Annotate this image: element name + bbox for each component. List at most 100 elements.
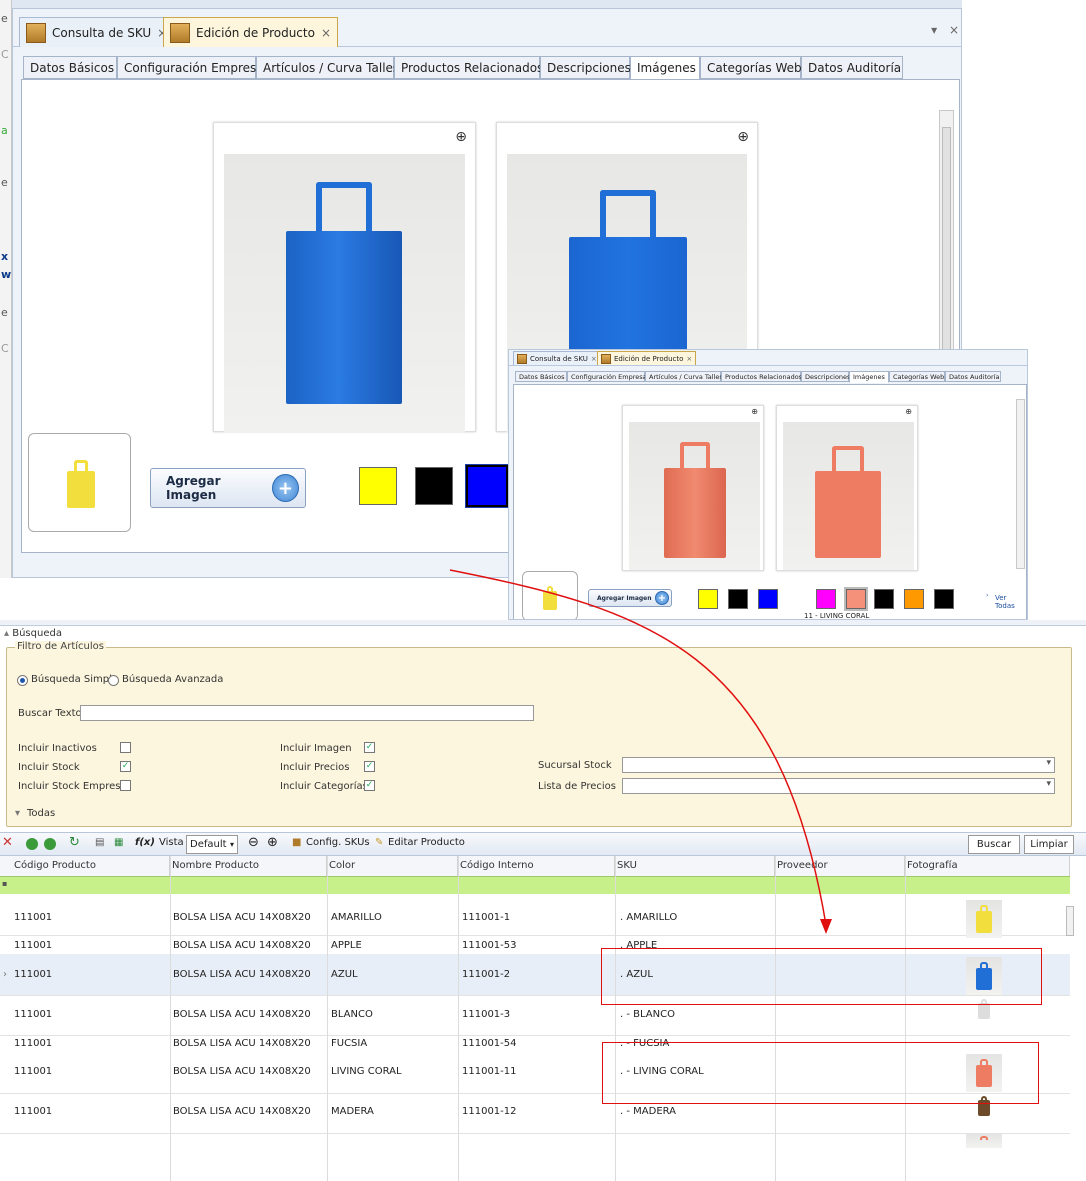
zoom-in-icon[interactable]: ⊕ <box>267 835 278 850</box>
column-header-name[interactable]: Nombre Producto <box>170 856 327 876</box>
photo-thumbnail[interactable] <box>966 900 1002 938</box>
row-indicator-icon: › <box>3 969 7 980</box>
tab-productos-relacionados[interactable]: Productos Relacionados <box>721 371 802 382</box>
color-swatch-blue-selected[interactable] <box>465 464 509 508</box>
column-header-photo[interactable]: Fotografía <box>905 856 1070 876</box>
color-swatch[interactable] <box>698 589 718 609</box>
config-skus-button[interactable]: Config. SKUs <box>306 837 370 848</box>
column-header-code[interactable]: Código Producto <box>0 856 170 876</box>
close-icon[interactable]: × <box>591 355 597 363</box>
zoom-in-icon[interactable]: ⊕ <box>737 129 749 145</box>
cell-sku: . - MADERA <box>620 1106 677 1117</box>
doctab-label: Consulta de SKU <box>530 354 588 363</box>
tab-imagenes[interactable]: Imágenes <box>630 56 700 80</box>
price-list-label: Lista de Precios <box>538 781 616 792</box>
include-stock-company-checkbox[interactable] <box>120 780 131 791</box>
include-prices-checkbox[interactable]: ✓ <box>364 761 375 772</box>
move-up-icon[interactable] <box>26 838 38 850</box>
column-header-supplier[interactable]: Proveedor <box>775 856 905 876</box>
edit-product-button[interactable]: Editar Producto <box>388 837 465 848</box>
tab-productos-relacionados[interactable]: Productos Relacionados <box>394 56 543 79</box>
branch-stock-select[interactable] <box>622 757 1055 773</box>
search-header[interactable]: ▴ Búsqueda <box>4 628 62 639</box>
color-swatch-yellow[interactable] <box>359 467 397 505</box>
selected-color-thumbnail[interactable] <box>522 571 578 619</box>
tab-datos-basicos[interactable]: Datos Básicos <box>515 371 567 382</box>
include-stock-checkbox[interactable]: ✓ <box>120 761 131 772</box>
move-down-icon[interactable] <box>44 838 56 850</box>
close-window-icon[interactable]: × <box>949 23 959 37</box>
close-icon[interactable]: × <box>321 26 331 40</box>
column-header-color[interactable]: Color <box>327 856 458 876</box>
cell-code: 111001 <box>14 1066 53 1077</box>
formula-icon[interactable]: f(x) <box>135 837 155 848</box>
expand-icon[interactable]: ▾ <box>15 808 20 819</box>
price-list-select[interactable] <box>622 778 1055 794</box>
see-all-link[interactable]: Ver Todas <box>995 594 1026 610</box>
add-image-button[interactable]: Agregar Imagen + <box>588 589 672 607</box>
color-swatch[interactable] <box>816 589 836 609</box>
doctab-edicion-producto[interactable]: Edición de Producto × <box>163 17 339 47</box>
search-text-input[interactable] <box>80 705 534 721</box>
include-inactive-checkbox[interactable] <box>120 742 131 753</box>
edit-icon: ✎ <box>375 837 384 848</box>
tab-configuracion-empresa[interactable]: Configuración Empresa <box>567 371 647 382</box>
tab-categorias-web[interactable]: Categorías Web <box>700 56 802 79</box>
tab-descripciones[interactable]: Descripciones <box>801 371 850 382</box>
tab-articulos-curva-talles[interactable]: Artículos / Curva Talles <box>645 371 723 382</box>
table-row[interactable] <box>0 894 1070 936</box>
simple-search-label: Búsqueda Simple <box>31 674 119 685</box>
color-swatch[interactable] <box>728 589 748 609</box>
include-image-checkbox[interactable]: ✓ <box>364 742 375 753</box>
doctab-label: Consulta de SKU <box>52 25 152 40</box>
doctab-edicion-producto[interactable]: Edición de Producto × <box>597 351 697 365</box>
zoom-out-icon[interactable]: ⊖ <box>248 835 259 850</box>
color-swatch-black[interactable] <box>415 467 453 505</box>
blue-bag-image <box>286 182 402 404</box>
grid-filter-row[interactable]: ▪ <box>0 876 1070 894</box>
color-swatch[interactable] <box>758 589 778 609</box>
color-swatch[interactable] <box>874 589 894 609</box>
tab-datos-auditoria[interactable]: Datos Auditoría <box>801 56 903 79</box>
doctab-consulta-sku[interactable]: Consulta de SKU × <box>513 351 601 365</box>
advanced-search-radio[interactable] <box>108 675 119 686</box>
product-image-card: ⊕ <box>622 405 764 571</box>
color-swatch[interactable] <box>934 589 954 609</box>
search-button[interactable]: Buscar <box>968 835 1020 854</box>
print-icon[interactable]: ▤ <box>95 837 104 848</box>
doctab-consulta-sku[interactable]: Consulta de SKU × <box>19 17 175 47</box>
add-image-button[interactable]: Agregar Imagen + <box>150 468 306 508</box>
color-swatch[interactable] <box>904 589 924 609</box>
sku-grid: Código Producto Nombre Producto Color Có… <box>0 856 1086 1181</box>
tab-datos-basicos[interactable]: Datos Básicos <box>23 56 117 79</box>
cell-name: BOLSA LISA ACU 14X08X20 <box>173 969 311 980</box>
coral-bag-image <box>664 442 726 558</box>
tab-descripciones[interactable]: Descripciones <box>540 56 631 79</box>
simple-search-radio[interactable] <box>17 675 28 686</box>
tab-categorias-web[interactable]: Categorías Web <box>889 371 945 382</box>
tab-articulos-curva-talles[interactable]: Artículos / Curva Talles <box>256 56 399 79</box>
close-icon[interactable]: × <box>686 355 692 363</box>
dropdown-icon[interactable]: ▾ <box>931 23 937 37</box>
tab-imagenes[interactable]: Imágenes <box>849 371 889 383</box>
export-icon[interactable]: ▦ <box>114 837 123 848</box>
clear-button[interactable]: Limpiar <box>1024 835 1074 854</box>
collapse-icon[interactable]: ▴ <box>4 628 9 639</box>
zoom-in-icon[interactable]: ⊕ <box>905 407 912 416</box>
zoom-in-icon[interactable]: ⊕ <box>751 407 758 416</box>
include-categories-checkbox[interactable]: ✓ <box>364 780 375 791</box>
photo-thumbnail[interactable] <box>966 1134 1002 1148</box>
selected-color-thumbnail[interactable] <box>28 433 131 532</box>
tab-datos-auditoria[interactable]: Datos Auditoría <box>945 371 1001 382</box>
column-header-internal-code[interactable]: Código Interno <box>458 856 615 876</box>
vertical-scrollbar[interactable] <box>1016 399 1025 569</box>
tab-configuracion-empresa[interactable]: Configuración Empresa <box>117 56 264 79</box>
column-header-sku[interactable]: SKU <box>615 856 775 876</box>
view-select[interactable]: Default ▾ <box>186 835 238 854</box>
grid-scrollbar[interactable] <box>1066 906 1074 936</box>
delete-icon[interactable]: ✕ <box>2 835 13 850</box>
package-icon: ■ <box>292 837 302 848</box>
refresh-icon[interactable]: ↻ <box>69 835 80 850</box>
zoom-in-icon[interactable]: ⊕ <box>455 129 467 145</box>
color-swatch[interactable] <box>844 587 868 611</box>
